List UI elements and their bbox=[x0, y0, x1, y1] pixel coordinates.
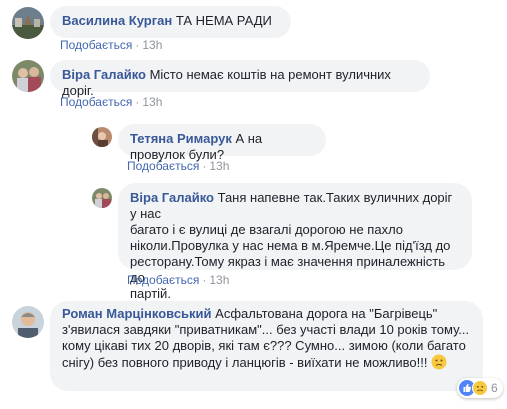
reaction-count: 6 bbox=[491, 381, 498, 395]
comment-text-line: багато і є вулиці де взагалі дорогою не … bbox=[130, 222, 404, 237]
comment-text-line: партій. bbox=[130, 286, 171, 301]
sad-emoji-icon bbox=[431, 354, 447, 374]
comment-bubble: Василина Курган ТА НЕМА РАДИ bbox=[50, 6, 291, 38]
like-button[interactable]: Подобається bbox=[60, 95, 132, 109]
avatar[interactable] bbox=[12, 60, 44, 92]
comment-text: ТА НЕМА РАДИ bbox=[175, 13, 272, 28]
comment-text-line: снігу) без повного приводу і ланцюгів - … bbox=[62, 355, 428, 370]
like-button[interactable]: Подобається bbox=[60, 38, 132, 52]
comment-author[interactable]: Віра Галайко bbox=[130, 190, 214, 205]
sad-reaction-icon bbox=[472, 380, 488, 396]
comment-time[interactable]: 13h bbox=[209, 273, 229, 287]
comment-actions: Подобається · 13h bbox=[127, 273, 230, 287]
like-button[interactable]: Подобається bbox=[127, 273, 199, 287]
comment-author[interactable]: Роман Марцінковський bbox=[62, 306, 212, 321]
avatar[interactable] bbox=[12, 306, 44, 338]
comment-time[interactable]: 13h bbox=[209, 159, 229, 173]
comment-bubble: Віра Галайко Місто немає коштів на ремон… bbox=[50, 60, 430, 98]
comment-time[interactable]: 13h bbox=[142, 95, 162, 109]
comment-author[interactable]: Василина Курган bbox=[62, 13, 172, 28]
comment-text-line: Асфальтована дорога на "Багрівець" bbox=[215, 306, 438, 321]
comment-text-line: кому цікаві тих 20 дворів, які там є??? … bbox=[62, 338, 466, 353]
avatar[interactable] bbox=[92, 127, 112, 147]
comment-text-line: ніколи.Провулка у нас нема в м.Яремче.Це… bbox=[130, 238, 451, 253]
comment-actions: Подобається · 13h bbox=[127, 159, 230, 173]
reply-bubble: Віра Галайко Таня напевне так.Таких вули… bbox=[118, 183, 472, 301]
reaction-summary[interactable]: 6 bbox=[457, 378, 503, 398]
reply-bubble: Тетяна Римарук А на провулок були? bbox=[118, 124, 326, 162]
comment-actions: Подобається · 13h bbox=[60, 95, 163, 109]
comment-time[interactable]: 13h bbox=[142, 38, 162, 52]
like-button[interactable]: Подобається bbox=[127, 159, 199, 173]
comment-actions: Подобається · 13h bbox=[60, 38, 163, 52]
comment-text-line: з'явилася завдяки "приватникам"... без у… bbox=[62, 322, 470, 337]
comment-author[interactable]: Віра Галайко bbox=[62, 67, 146, 82]
comment-bubble: Роман Марцінковський Асфальтована дорога… bbox=[50, 301, 483, 391]
avatar[interactable] bbox=[12, 7, 44, 39]
avatar[interactable] bbox=[92, 188, 112, 208]
comment-author[interactable]: Тетяна Римарук bbox=[130, 131, 232, 146]
